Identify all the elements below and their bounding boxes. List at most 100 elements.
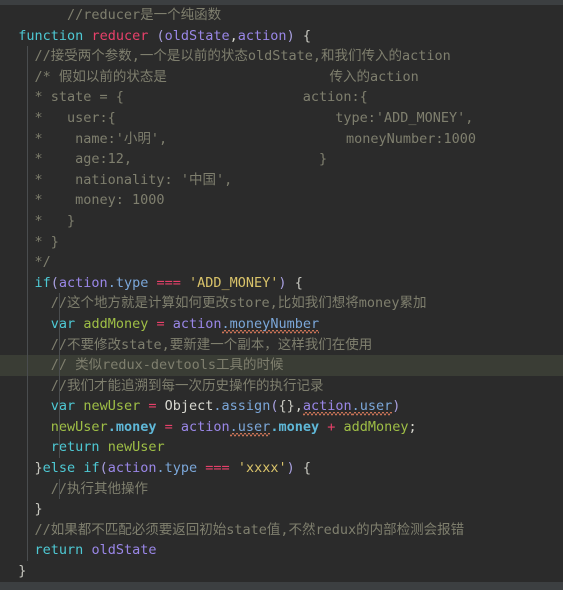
code-line[interactable]: return oldState: [0, 540, 563, 562]
code-token: ): [286, 460, 295, 477]
code-token: (: [50, 274, 59, 291]
code-token: =: [148, 398, 157, 415]
code-lines-container[interactable]: //reducer是一个纯函数 function reducer (oldSta…: [0, 5, 563, 582]
code-line[interactable]: * money: 1000: [0, 190, 563, 211]
indent-guide: [27, 87, 28, 108]
code-token: */: [34, 254, 51, 271]
code-token: }: [34, 460, 43, 477]
code-line[interactable]: var newUser = Object.assign({},action.us…: [0, 396, 563, 417]
code-line[interactable]: /* 假如以前的状态是 传入的action: [0, 66, 563, 88]
code-token: 'xxxx': [237, 460, 287, 477]
code-line[interactable]: if(action.type === 'ADD_MONEY') {: [0, 272, 563, 294]
indent-guide: [59, 293, 60, 314]
indent-guide: [27, 231, 28, 253]
indent-guide: [59, 396, 60, 417]
code-token: addMoney: [343, 418, 409, 435]
indent-guide: [27, 66, 28, 88]
code-token: // 类似redux-devtools工具的时候: [50, 357, 284, 374]
code-token: action: [302, 398, 352, 415]
code-token: //reducer是一个纯函数: [67, 7, 222, 23]
code-token: action: [107, 460, 157, 477]
code-token: Object: [164, 398, 214, 415]
code-token: ,: [294, 398, 303, 415]
code-token: .type: [156, 460, 198, 477]
code-line[interactable]: //执行其他操作: [0, 478, 563, 500]
indent-guide: [27, 458, 28, 479]
code-line[interactable]: //我们才能追溯到每一次历史操作的执行记录: [0, 375, 563, 397]
code-line[interactable]: //接受两个参数,一个是以前的状态oldState,和我们传入的action: [0, 46, 563, 67]
indent-guide: [59, 416, 60, 438]
code-line[interactable]: * nationality: '中国',: [0, 169, 563, 191]
code-token: addMoney: [83, 315, 149, 332]
code-line[interactable]: */: [0, 252, 563, 273]
code-line[interactable]: //reducer是一个纯函数: [0, 5, 563, 26]
code-token: .money: [270, 418, 320, 435]
code-token: {}: [278, 398, 295, 415]
indent-guide: [27, 478, 28, 500]
code-token: ===: [156, 274, 181, 291]
code-line[interactable]: * user:{ type:'ADD_MONEY',: [0, 107, 563, 129]
code-line[interactable]: }: [0, 561, 563, 582]
code-token: * name:'小明', moneyNumber:1000: [34, 130, 477, 147]
code-token: action: [237, 27, 287, 44]
editor-bottom-chrome-strip: [0, 582, 563, 590]
code-line[interactable]: function reducer (oldState,action) {: [0, 26, 563, 47]
code-token: //执行其他操作: [50, 480, 149, 497]
indent-guide: [27, 107, 28, 129]
code-line[interactable]: }else if(action.type === 'xxxx') {: [0, 458, 563, 479]
code-line[interactable]: * name:'小明', moneyNumber:1000: [0, 128, 563, 150]
code-line[interactable]: newUser.money = action.user.money + addM…: [0, 416, 563, 438]
indent-guide: [59, 437, 60, 459]
code-token: (: [156, 27, 165, 44]
code-line[interactable]: var addMoney = action.moneyNumber: [0, 313, 563, 335]
code-line[interactable]: * }: [0, 210, 563, 232]
code-line[interactable]: }: [0, 499, 563, 520]
code-token: * money: 1000: [34, 192, 165, 209]
code-line[interactable]: * state = { action:{: [0, 87, 563, 108]
code-token: else: [42, 460, 76, 477]
code-token: {: [294, 274, 303, 291]
code-token: * state = { action:{: [34, 89, 368, 106]
code-token: (: [99, 460, 108, 477]
code-line[interactable]: //不要修改state,要新建一个副本，这样我们在使用: [0, 334, 563, 356]
code-token: ): [392, 398, 401, 415]
code-token: //这个地方就是计算如何更改store,比如我们想将money累加: [50, 295, 427, 312]
indent-guide: [59, 375, 60, 397]
code-token: //如果都不匹配必须要返回初始state值,不然redux的内部检测会报错: [34, 521, 465, 538]
indent-guide: [27, 375, 28, 397]
code-token: if: [34, 274, 51, 291]
code-line[interactable]: // 类似redux-devtools工具的时候: [0, 355, 563, 376]
code-line[interactable]: //如果都不匹配必须要返回初始state值,不然redux的内部检测会报错: [0, 519, 563, 541]
code-token: * }: [34, 212, 76, 229]
indent-guide: [59, 334, 60, 356]
code-token: /* 假如以前的状态是 传入的action: [34, 68, 419, 85]
indent-guide: [27, 355, 28, 376]
code-line[interactable]: * }: [0, 231, 563, 253]
code-token: //不要修改state,要新建一个副本，这样我们在使用: [50, 336, 373, 353]
code-editor-window: //reducer是一个纯函数 function reducer (oldSta…: [0, 0, 563, 590]
code-token: newUser: [83, 398, 141, 415]
indent-guide: [27, 252, 28, 273]
code-line[interactable]: return newUser: [0, 437, 563, 459]
code-viewport[interactable]: //reducer是一个纯函数 function reducer (oldSta…: [0, 5, 563, 582]
code-token: .money: [107, 418, 157, 435]
code-token: .moneyNumber: [221, 315, 320, 332]
code-token: action: [180, 418, 230, 435]
code-line[interactable]: //这个地方就是计算如何更改store,比如我们想将money累加: [0, 293, 563, 314]
code-token: reducer: [91, 27, 149, 44]
code-line[interactable]: * age:12, }: [0, 149, 563, 170]
